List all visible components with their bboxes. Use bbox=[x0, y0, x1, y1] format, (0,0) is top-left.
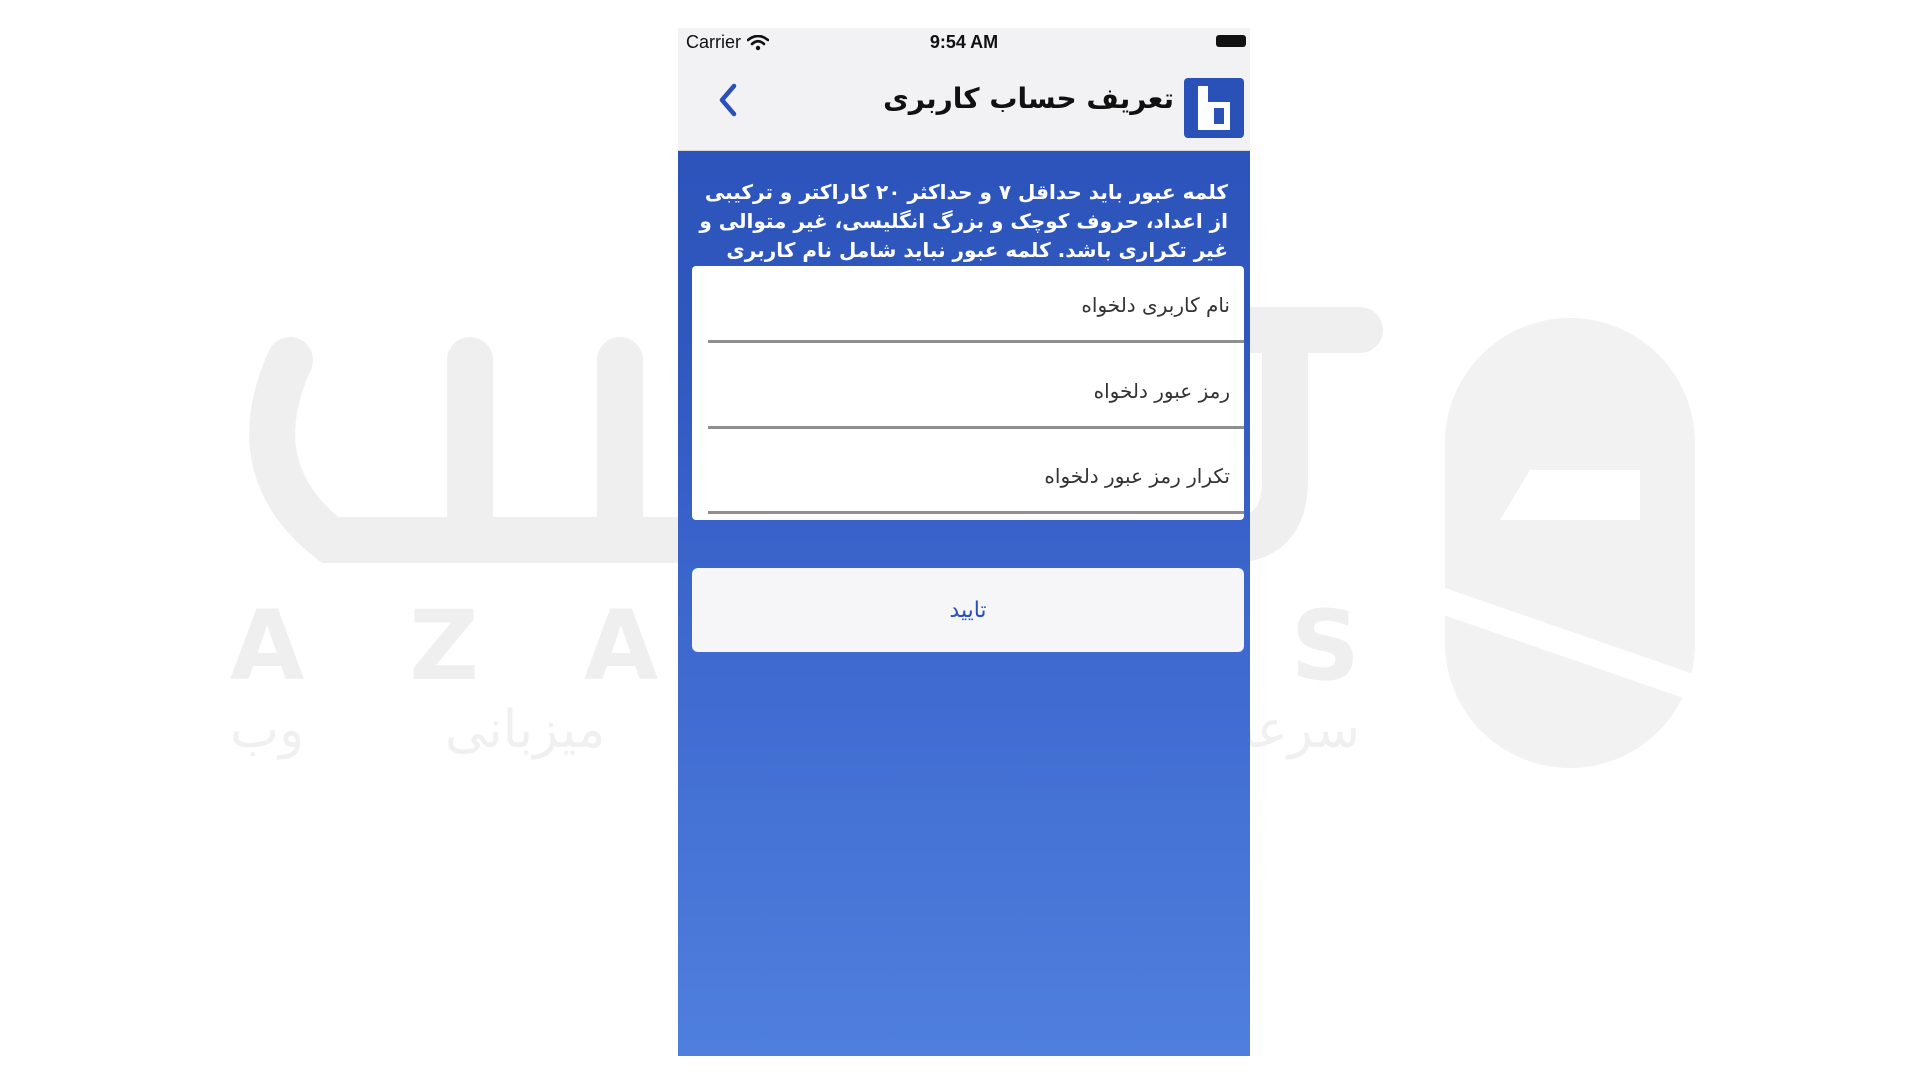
chevron-left-icon[interactable] bbox=[714, 80, 742, 120]
page-title: تعریف حساب کاربری bbox=[883, 82, 1174, 115]
password-field-container bbox=[708, 356, 1244, 429]
username-field-container bbox=[708, 270, 1244, 343]
username-input[interactable] bbox=[708, 270, 1244, 340]
status-time: 9:54 AM bbox=[929, 32, 999, 52]
phone-screen: Carrier 9:54 AM تعریف حساب کاربری کلمه ع… bbox=[678, 28, 1250, 1056]
account-form bbox=[692, 266, 1244, 520]
status-bar: Carrier 9:54 AM bbox=[678, 28, 1250, 56]
navigation-bar: تعریف حساب کاربری bbox=[678, 56, 1250, 151]
confirm-password-field-container bbox=[708, 441, 1244, 514]
watermark-letter: A bbox=[230, 590, 305, 702]
battery-icon bbox=[1216, 35, 1246, 47]
bank-logo-icon bbox=[1184, 78, 1244, 138]
confirm-password-input[interactable] bbox=[708, 441, 1244, 511]
watermark-letter: S bbox=[1290, 590, 1360, 702]
confirm-button[interactable]: تایید bbox=[692, 568, 1244, 652]
watermark-letter: Z bbox=[409, 590, 479, 702]
screen: A Z A R S Y S سرعت بی نهایت میزبانی وب C… bbox=[0, 0, 1920, 1080]
watermark-letter: A bbox=[583, 590, 659, 702]
password-input[interactable] bbox=[708, 356, 1244, 426]
